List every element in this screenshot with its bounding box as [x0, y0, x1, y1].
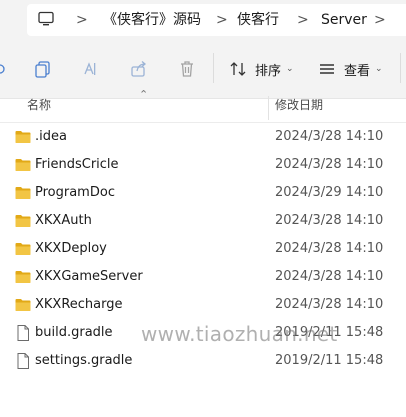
date-modified: 2024/3/28 14:10: [275, 157, 384, 172]
watermark: www.tiaozhuan.net: [141, 322, 338, 346]
breadcrumb-separator[interactable]: >: [76, 11, 88, 29]
breadcrumb-item-server[interactable]: Server: [321, 11, 367, 29]
breadcrumb-item-source[interactable]: 《侠客行》源码: [103, 11, 201, 29]
sort-ascending-icon: ⌃: [139, 88, 149, 101]
folder-row[interactable]: XKXRecharge 2024/3/28 14:10: [0, 291, 406, 319]
date-modified: 2024/3/28 14:10: [275, 241, 384, 256]
file-icon: [14, 352, 32, 370]
copy-icon[interactable]: [33, 59, 53, 79]
chevron-down-icon: ⌄: [375, 64, 383, 74]
folder-row[interactable]: ProgramDoc 2024/3/29 14:10: [0, 179, 406, 207]
folder-icon: [14, 184, 32, 202]
breadcrumb-separator[interactable]: >: [297, 11, 309, 29]
column-date-modified[interactable]: 修改日期: [275, 98, 323, 112]
date-modified: 2024/3/28 14:10: [275, 269, 384, 284]
view-icon: [320, 64, 334, 74]
date-modified: 2024/3/28 14:10: [275, 213, 384, 228]
date-modified: 2024/3/29 14:10: [275, 185, 384, 200]
view-button[interactable]: 查看 ⌄: [318, 58, 383, 80]
sort-label: 排序: [255, 63, 282, 79]
folder-icon: [14, 156, 32, 174]
folder-row[interactable]: .idea 2024/3/28 14:10: [0, 123, 406, 151]
folder-icon: [14, 240, 32, 258]
breadcrumb-separator[interactable]: >: [216, 11, 228, 29]
file-name: XKXDeploy: [35, 241, 107, 256]
file-icon: [14, 324, 32, 342]
folder-row[interactable]: FriendsCricle 2024/3/28 14:10: [0, 151, 406, 179]
folder-row[interactable]: XKXGameServer 2024/3/28 14:10: [0, 263, 406, 291]
toolbar-divider: [400, 53, 401, 83]
toolbar-divider: [213, 53, 214, 83]
sort-icon: [230, 62, 246, 76]
folder-icon: [14, 212, 32, 230]
folder-icon: [14, 128, 32, 146]
monitor-icon[interactable]: [38, 11, 54, 27]
file-name: .idea: [35, 129, 67, 144]
folder-row[interactable]: XKXAuth 2024/3/28 14:10: [0, 207, 406, 235]
folder-icon: [14, 296, 32, 314]
column-name[interactable]: 名称: [27, 98, 51, 112]
folder-row[interactable]: XKXDeploy 2024/3/28 14:10: [0, 235, 406, 263]
sort-button[interactable]: 排序 ⌄: [229, 58, 294, 80]
cut-icon[interactable]: [0, 59, 12, 79]
command-bar: 排序 ⌄ 查看 ⌄: [0, 40, 406, 99]
date-modified: 2024/3/28 14:10: [275, 297, 384, 312]
share-icon[interactable]: [129, 59, 149, 79]
delete-icon[interactable]: [177, 59, 197, 79]
rename-icon[interactable]: [81, 59, 101, 79]
file-row[interactable]: settings.gradle 2019/2/11 15:48: [0, 347, 406, 375]
date-modified: 2019/2/11 15:48: [275, 353, 384, 368]
file-name: FriendsCricle: [35, 157, 119, 172]
breadcrumb-item-xiakexing[interactable]: 侠客行: [237, 11, 279, 29]
file-name: XKXGameServer: [35, 269, 143, 284]
view-label: 查看: [344, 63, 371, 79]
file-name: XKXRecharge: [35, 297, 123, 312]
file-name: settings.gradle: [35, 353, 133, 368]
folder-icon: [14, 268, 32, 286]
address-bar: > 《侠客行》源码 > 侠客行 > Server >: [0, 0, 406, 40]
column-divider[interactable]: [268, 96, 269, 120]
breadcrumb-separator[interactable]: >: [374, 11, 386, 29]
column-header: ⌃ 名称 修改日期: [0, 88, 406, 123]
file-name: XKXAuth: [35, 213, 92, 228]
date-modified: 2024/3/28 14:10: [275, 129, 384, 144]
chevron-down-icon: ⌄: [286, 64, 294, 74]
file-name: ProgramDoc: [35, 185, 115, 200]
file-name: build.gradle: [35, 325, 113, 340]
